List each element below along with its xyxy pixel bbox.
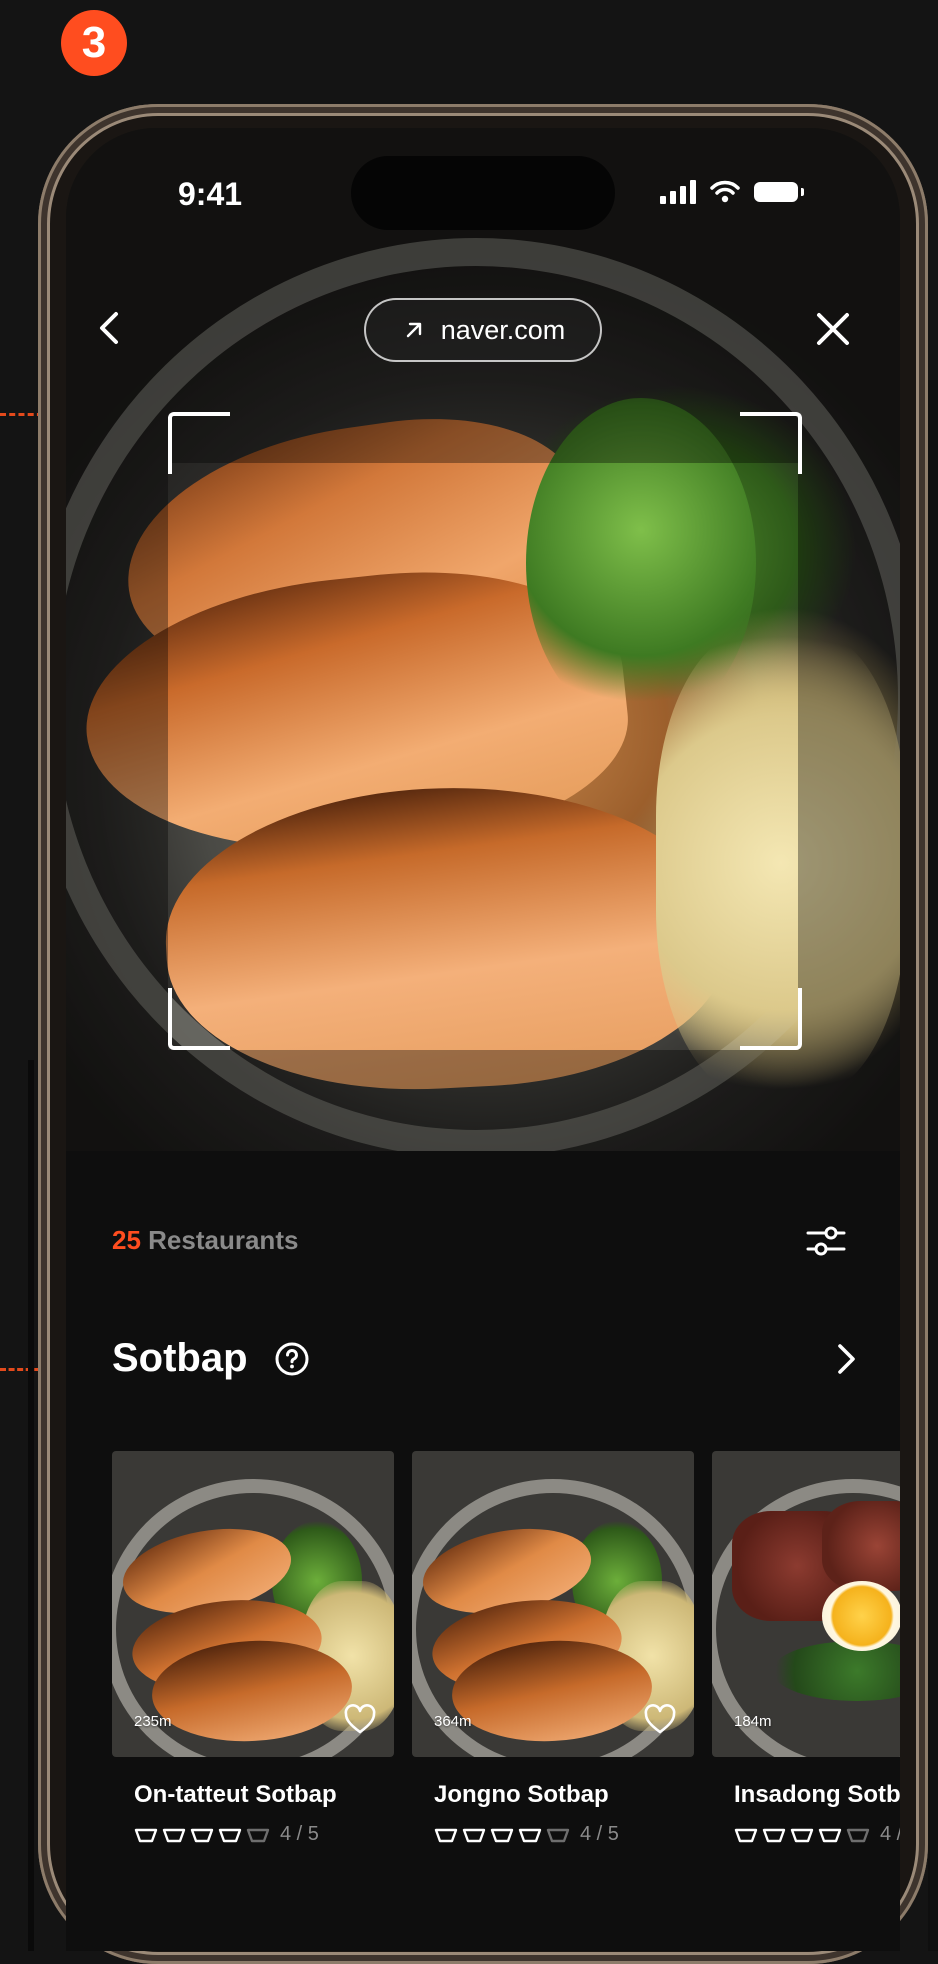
adjacent-frame-edge	[928, 380, 938, 1951]
distance-label: 184m	[734, 1713, 772, 1730]
rating-text: 4 / 5	[880, 1823, 900, 1845]
restaurant-name: Jongno Sotbap	[434, 1781, 609, 1808]
restaurant-photo: 235m	[112, 1451, 394, 1757]
chevron-right-icon[interactable]	[826, 1339, 866, 1379]
status-icons	[660, 180, 804, 204]
rating: 4 / 5	[434, 1823, 694, 1846]
bowl-rating-icon	[546, 1828, 570, 1842]
bowl-rating-icon	[190, 1828, 214, 1842]
heart-icon[interactable]	[343, 1703, 377, 1737]
wifi-icon	[710, 180, 740, 203]
restaurant-card[interactable]: 235m On-tatteut Sotbap 4 / 5	[112, 1451, 394, 1846]
bowl-rating-icon	[134, 1828, 158, 1842]
bowl-rating-icon	[162, 1828, 186, 1842]
restaurant-name: On-tatteut Sotbap	[134, 1781, 337, 1808]
results-count-label: Restaurants	[148, 1225, 299, 1255]
status-time: 9:41	[178, 176, 243, 212]
scan-overlay	[798, 463, 900, 1151]
bowl-rating-icon	[846, 1828, 870, 1842]
bowl-rating-icon	[246, 1828, 270, 1842]
bowl-rating-icon	[462, 1828, 486, 1842]
bowl-rating-icon	[734, 1828, 758, 1842]
url-pill[interactable]: naver.com	[364, 298, 602, 362]
distance-label: 235m	[134, 1713, 172, 1730]
results-panel: 25 Restaurants Sotbap 235m On-tatteut So…	[66, 1151, 900, 1951]
help-icon[interactable]	[274, 1341, 310, 1377]
scan-frame-corner	[740, 988, 802, 1050]
filter-icon[interactable]	[804, 1219, 848, 1263]
distance-label: 364m	[434, 1713, 472, 1730]
rating-text: 4 / 5	[580, 1823, 619, 1845]
bowl-rating-icon	[818, 1828, 842, 1842]
results-count-number: 25	[112, 1225, 141, 1255]
bowl-rating-icon	[218, 1828, 242, 1842]
restaurant-carousel[interactable]: 235m On-tatteut Sotbap 4 / 5 364m Jongno…	[112, 1451, 900, 1871]
adjacent-frame-edge	[28, 1060, 34, 1951]
url-text: naver.com	[440, 314, 566, 345]
signal-icon	[660, 180, 696, 204]
results-count: 25 Restaurants	[112, 1225, 298, 1256]
restaurant-card[interactable]: 184m Insadong Sotbap 4 / 5	[712, 1451, 900, 1846]
scan-frame-corner	[168, 412, 230, 474]
step-badge: 3	[61, 10, 127, 76]
scan-frame-corner	[740, 412, 802, 474]
egg-yolk	[822, 1581, 900, 1651]
restaurant-photo: 364m	[412, 1451, 694, 1757]
restaurant-photo: 184m	[712, 1451, 900, 1757]
dynamic-island	[351, 156, 615, 230]
bowl-rating-icon	[434, 1828, 458, 1842]
rating: 4 / 5	[734, 1823, 900, 1846]
scan-overlay	[66, 463, 168, 1151]
restaurant-name: Insadong Sotbap	[734, 1781, 900, 1808]
arrow-up-right-icon	[406, 322, 421, 338]
bowl-rating-icon	[490, 1828, 514, 1842]
heart-icon[interactable]	[643, 1703, 677, 1737]
close-icon[interactable]	[810, 306, 856, 352]
bowl-rating-icon	[790, 1828, 814, 1842]
rating-text: 4 / 5	[280, 1823, 319, 1845]
bowl-rating-icon	[762, 1828, 786, 1842]
rating: 4 / 5	[134, 1823, 394, 1846]
phone-screen: 9:41 naver.com 25 Restaurants Sotbap 235…	[66, 128, 900, 1951]
beef	[822, 1501, 900, 1591]
battery-icon	[754, 182, 804, 202]
scan-frame-corner	[168, 988, 230, 1050]
scan-overlay	[168, 1050, 798, 1151]
back-icon[interactable]	[88, 306, 132, 350]
section-title: Sotbap	[112, 1336, 248, 1380]
restaurant-card[interactable]: 364m Jongno Sotbap 4 / 5	[412, 1451, 694, 1846]
bowl-rating-icon	[518, 1828, 542, 1842]
